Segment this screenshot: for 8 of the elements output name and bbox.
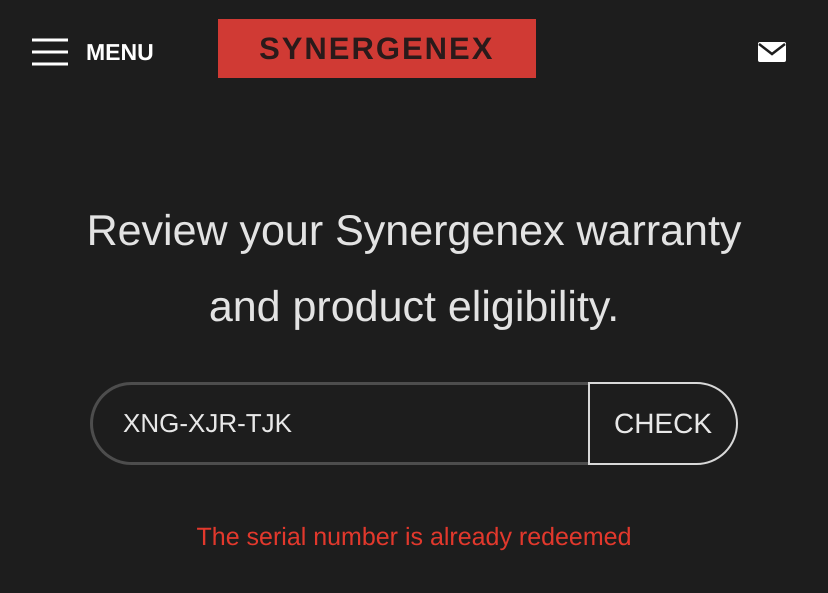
mail-button[interactable] <box>758 40 786 64</box>
mail-icon <box>758 42 786 62</box>
page-heading: Review your Synergenex warranty and product eligibility. <box>86 206 742 333</box>
menu-button[interactable]: MENU <box>32 34 154 70</box>
serial-number-field[interactable]: XNG-XJR-TJK <box>90 382 588 465</box>
menu-icon <box>32 38 68 66</box>
error-message: The serial number is already redeemed <box>196 522 632 553</box>
check-button[interactable]: CHECK <box>588 382 738 465</box>
